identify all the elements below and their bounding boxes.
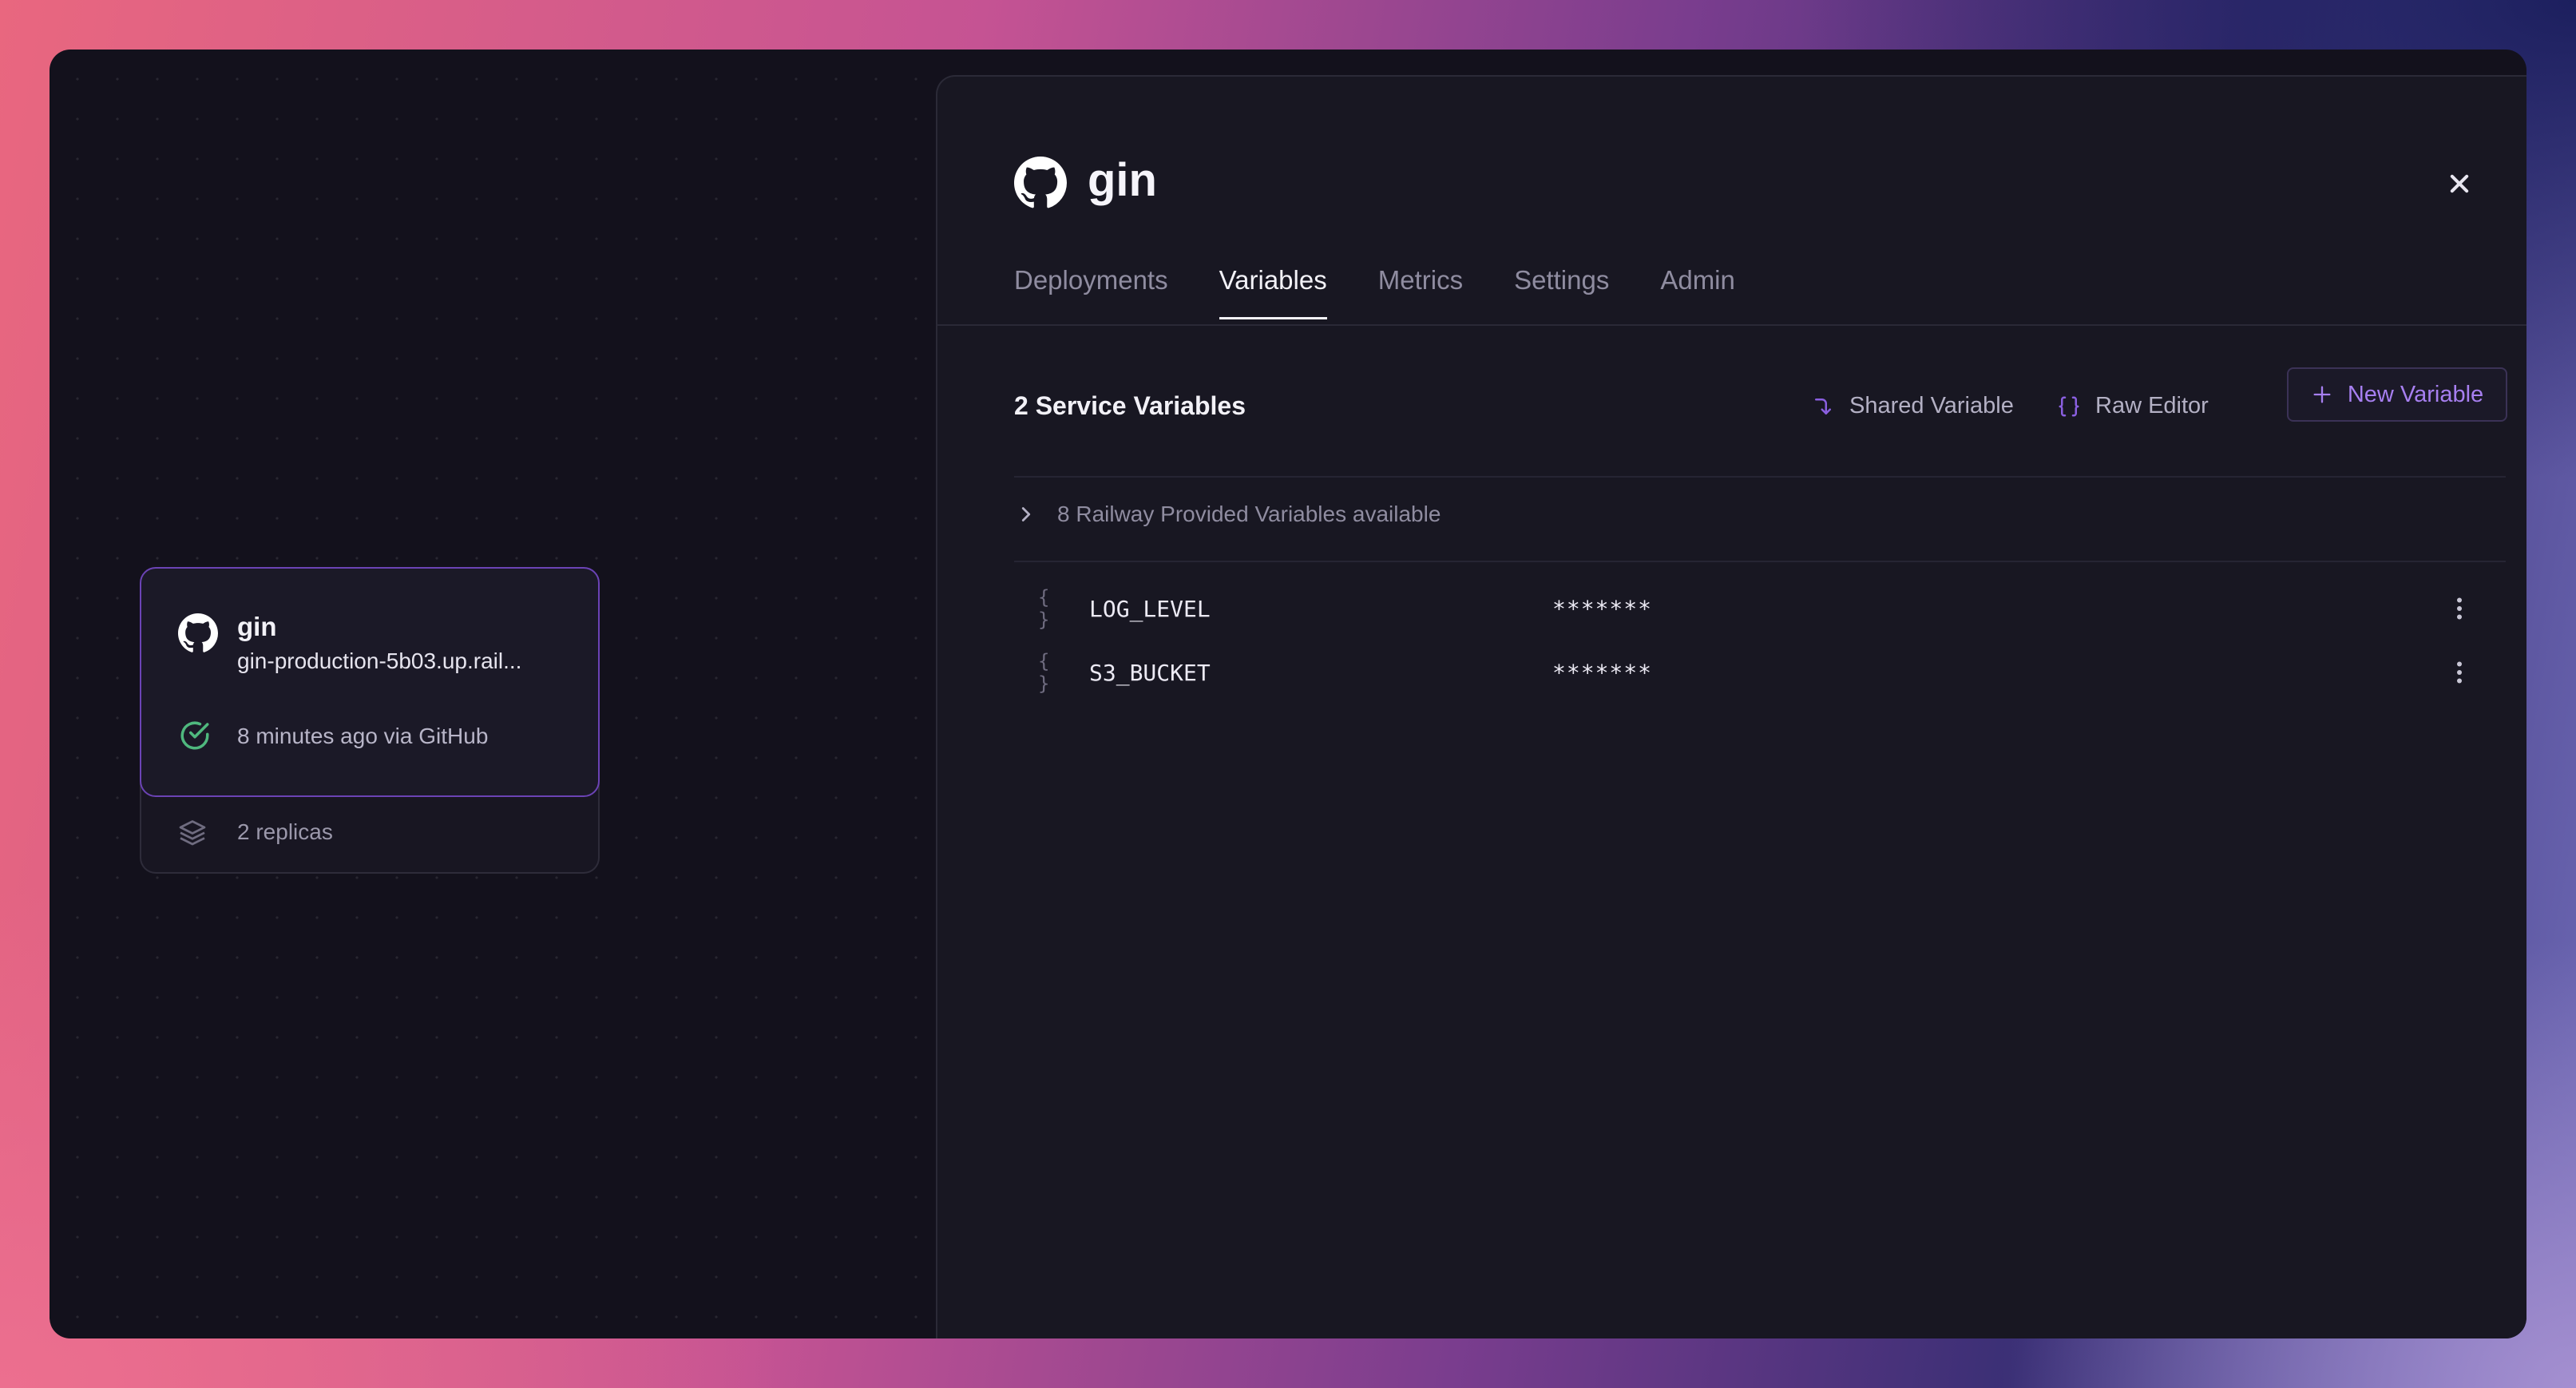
- variable-name: S3_BUCKET: [1089, 659, 1211, 686]
- more-vertical-icon[interactable]: [2445, 658, 2474, 687]
- github-icon: [178, 613, 218, 652]
- service-url[interactable]: gin-production-5b03.up.rail...: [237, 648, 521, 674]
- tabs-divider: [937, 324, 2526, 326]
- braces-icon: { }: [1038, 586, 1050, 631]
- variable-value[interactable]: *******: [1552, 596, 1652, 622]
- service-detail-panel: gin Deployments Variables Metrics Settin…: [936, 75, 2526, 1338]
- variable-row[interactable]: { } S3_BUCKET *******: [1014, 648, 2506, 696]
- plus-icon: [2313, 386, 2331, 403]
- service-name: gin: [237, 612, 277, 641]
- deployment-status: 8 minutes ago via GitHub: [237, 724, 489, 748]
- more-vertical-icon[interactable]: [2445, 594, 2474, 623]
- shared-variable-label: Shared Variable: [1849, 393, 2014, 418]
- project-canvas-window: gin gin-production-5b03.up.rail... 8 min…: [50, 50, 2526, 1338]
- variable-name: LOG_LEVEL: [1089, 595, 1211, 622]
- new-variable-button[interactable]: New Variable: [2287, 367, 2507, 422]
- service-card-main[interactable]: gin gin-production-5b03.up.rail... 8 min…: [140, 567, 600, 797]
- shared-variable-button[interactable]: Shared Variable: [1811, 393, 2014, 419]
- divider: [1014, 476, 2506, 478]
- braces-icon: [2059, 396, 2079, 416]
- panel-title: gin: [1088, 154, 1157, 206]
- tab-deployments[interactable]: Deployments: [1014, 265, 1168, 318]
- chevron-right-icon: [1021, 507, 1031, 521]
- railway-provided-variables-toggle[interactable]: 8 Railway Provided Variables available: [1014, 502, 1441, 527]
- variable-value[interactable]: *******: [1552, 660, 1652, 686]
- divider: [1014, 561, 2506, 562]
- raw-editor-label: Raw Editor: [2095, 393, 2209, 418]
- replica-count: 2 replicas: [237, 819, 333, 844]
- tab-settings[interactable]: Settings: [1514, 265, 1609, 318]
- panel-tabs: Deployments Variables Metrics Settings A…: [1014, 265, 1735, 319]
- github-icon: [1014, 157, 1067, 208]
- new-variable-label: New Variable: [2347, 381, 2484, 407]
- railway-provided-label: 8 Railway Provided Variables available: [1057, 502, 1441, 526]
- raw-editor-button[interactable]: Raw Editor: [2057, 393, 2209, 419]
- check-circle-icon: [180, 721, 209, 750]
- close-icon[interactable]: [2442, 166, 2477, 201]
- braces-icon: { }: [1038, 650, 1050, 695]
- layers-icon: [179, 820, 206, 846]
- tab-metrics[interactable]: Metrics: [1378, 265, 1463, 318]
- variable-row[interactable]: { } LOG_LEVEL *******: [1014, 585, 2506, 633]
- tab-variables[interactable]: Variables: [1219, 265, 1327, 319]
- arrow-down-right-icon: [1815, 398, 1831, 414]
- variables-heading: 2 Service Variables: [1014, 391, 1246, 420]
- service-card[interactable]: gin gin-production-5b03.up.rail... 8 min…: [140, 567, 600, 874]
- tab-admin[interactable]: Admin: [1660, 265, 1735, 318]
